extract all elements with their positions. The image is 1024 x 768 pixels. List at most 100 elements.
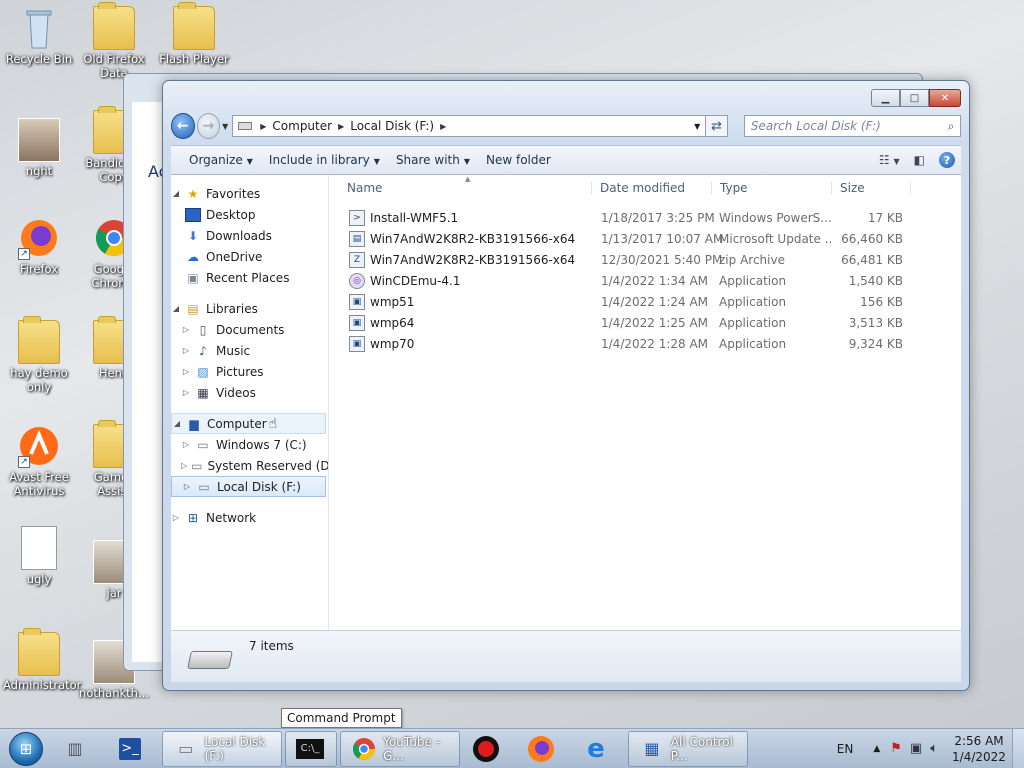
file-row[interactable]: Z Win7AndW2K8R2-KB3191566-x64 12/30/2021 5… — [329, 249, 961, 270]
navigation-pane[interactable]: ◢ ★ Favorites Desktop ⬇ Downloads ☁ OneDrive… — [171, 175, 329, 630]
column-header-type[interactable]: Type — [711, 181, 831, 195]
desktop-icon-avast[interactable]: ↗ Avast Free Antivirus — [3, 424, 75, 498]
breadcrumb-computer[interactable]: Computer — [268, 119, 336, 133]
nav-libraries[interactable]: ◢ ▤ Libraries — [171, 298, 328, 319]
navigation-bar: ← → ▼ ▶ Computer ▶ Local Disk (F:) ▶ ▼ ⇄… — [171, 113, 962, 139]
nav-music[interactable]: ▷ ♪ Music — [171, 340, 328, 361]
back-button[interactable]: ← — [171, 113, 195, 139]
expand-triangle-icon[interactable]: ▷ — [181, 346, 191, 355]
expand-triangle-icon[interactable]: ▷ — [181, 440, 191, 449]
collapse-triangle-icon[interactable]: ◢ — [171, 189, 181, 198]
taskbar-pinned-explorer[interactable]: ▥ — [52, 731, 104, 767]
explorer-window[interactable]: ▁ □ ✕ ← → ▼ ▶ Computer ▶ Local Disk (F:)… — [162, 80, 970, 691]
show-desktop-button[interactable] — [1012, 728, 1024, 768]
taskbar-pinned-firefox[interactable] — [518, 731, 570, 767]
desktop-icon-firefox[interactable]: ↗ Firefox — [3, 216, 75, 276]
address-bar[interactable]: ▶ Computer ▶ Local Disk (F:) ▶ ▼ — [232, 115, 707, 137]
command-bar: Organize ▼ Include in library ▼ Share with… — [171, 145, 961, 175]
taskbar-task-chrome[interactable]: YouTube - G... — [340, 730, 460, 767]
desktop-icon-old-firefox-data[interactable]: Old Firefox Data — [78, 2, 150, 80]
action-center-icon[interactable]: ⚑ — [890, 741, 902, 756]
nav-downloads[interactable]: ⬇ Downloads — [171, 225, 328, 246]
nav-network[interactable]: ▷ ⊞ Network — [171, 507, 328, 528]
close-button[interactable]: ✕ — [929, 89, 961, 107]
nav-documents[interactable]: ▷ ▯ Documents — [171, 319, 328, 340]
breadcrumb-separator-icon[interactable]: ▶ — [258, 122, 268, 131]
file-size: 66,481 KB — [841, 252, 903, 267]
expand-triangle-icon[interactable]: ▷ — [181, 461, 187, 470]
desktop-icon-ugly[interactable]: ugly — [3, 526, 75, 586]
file-row[interactable]: ▣ wmp64 1/4/2022 1:25 AM Application 3,513 K… — [329, 312, 961, 333]
network-icon: ⊞ — [187, 510, 199, 525]
breadcrumb-separator-icon[interactable]: ▶ — [438, 122, 448, 131]
collapse-triangle-icon[interactable]: ◢ — [172, 419, 182, 428]
nav-local-disk-f[interactable]: ▷ ▭ Local Disk (F:) — [171, 476, 326, 497]
expand-triangle-icon[interactable]: ▷ — [171, 513, 181, 522]
file-list[interactable]: ▲ Name Date modified Type Size > Install-… — [329, 175, 961, 630]
taskbar-task-local-disk[interactable]: ▭ Local Disk (F:) — [162, 730, 282, 767]
collapse-triangle-icon[interactable]: ◢ — [171, 304, 181, 313]
refresh-button[interactable]: ⇄ — [706, 115, 728, 137]
taskbar-task-control-panel[interactable]: ▦ All Control P... — [628, 730, 748, 767]
details-pane: 7 items — [171, 630, 961, 682]
windows-drive-icon: ▭ — [197, 437, 209, 452]
minimize-button[interactable]: ▁ — [871, 89, 900, 107]
nav-recent-places[interactable]: ▣ Recent Places — [171, 267, 328, 288]
taskbar-pinned-powershell[interactable]: >_ — [107, 731, 159, 767]
column-header-date-modified[interactable]: Date modified — [591, 181, 711, 195]
breadcrumb-local-disk[interactable]: Local Disk (F:) — [346, 119, 438, 133]
file-row[interactable]: ◎ WinCDEmu-4.1 1/4/2022 1:34 AM Application… — [329, 270, 961, 291]
recent-pages-dropdown[interactable]: ▼ — [222, 122, 228, 131]
file-date: 12/30/2021 5:40 PM — [601, 252, 723, 267]
file-row[interactable]: ▣ wmp51 1/4/2022 1:24 AM Application 156 KB — [329, 291, 961, 312]
nav-onedrive[interactable]: ☁ OneDrive — [171, 246, 328, 267]
nav-windows7-c[interactable]: ▷ ▭ Windows 7 (C:) — [171, 434, 328, 455]
taskbar-task-command-prompt[interactable]: C:\_ — [285, 730, 337, 767]
network-status-icon[interactable]: ▣ — [910, 741, 922, 756]
include-in-library-button[interactable]: Include in library ▼ — [261, 153, 388, 167]
nav-videos[interactable]: ▷ ▦ Videos — [171, 382, 328, 403]
share-with-button[interactable]: Share with ▼ — [388, 153, 478, 167]
nav-computer[interactable]: ◢ ▆ Computer ☝ — [171, 413, 326, 434]
taskbar-pinned-recorder[interactable] — [463, 731, 515, 767]
preview-pane-button[interactable]: ◧ — [914, 153, 925, 167]
search-input[interactable]: Search Local Disk (F:) ⌕ — [743, 115, 962, 137]
column-header-name[interactable]: Name — [329, 181, 591, 195]
desktop-icon-hay-demo-only[interactable]: hay demo only — [3, 316, 75, 394]
file-row[interactable]: > Install-WMF5.1 1/18/2017 3:25 PM Windows … — [329, 207, 961, 228]
clock[interactable]: 2:56 AM 1/4/2022 — [946, 733, 1012, 765]
maximize-button[interactable]: □ — [900, 89, 929, 107]
nav-system-reserved-d[interactable]: ▷ ▭ System Reserved (D: — [171, 455, 328, 476]
nav-favorites[interactable]: ◢ ★ Favorites — [171, 183, 328, 204]
file-row[interactable]: ▤ Win7AndW2K8R2-KB3191566-x64 1/13/2017 10… — [329, 228, 961, 249]
search-icon[interactable]: ⌕ — [942, 119, 960, 134]
expand-triangle-icon[interactable]: ▷ — [181, 325, 191, 334]
desktop-icon-recycle-bin[interactable]: Recycle Bin — [3, 6, 75, 66]
new-folder-button[interactable]: New folder — [478, 153, 559, 167]
breadcrumb-separator-icon[interactable]: ▶ — [336, 122, 346, 131]
expand-triangle-icon[interactable]: ▷ — [181, 388, 191, 397]
expand-triangle-icon[interactable]: ▷ — [181, 367, 191, 376]
expand-triangle-icon[interactable]: ▷ — [182, 482, 192, 491]
address-history-dropdown-icon[interactable]: ▼ — [689, 122, 705, 131]
update-package-icon: ▤ — [349, 230, 365, 247]
desktop-icon-flash-player[interactable]: Flash Player — [158, 2, 230, 66]
taskbar-pinned-internet-explorer[interactable]: e — [573, 731, 625, 767]
preview-pane-icon: ◧ — [913, 153, 925, 167]
change-view-button[interactable]: ☷ ▼ — [879, 153, 900, 167]
desktop-icon-nght[interactable]: nght — [3, 118, 75, 178]
nav-label: Downloads — [206, 228, 272, 243]
documents-icon: ▯ — [199, 322, 207, 337]
volume-icon[interactable]: 🔈︎ — [930, 741, 938, 756]
show-hidden-icons-button[interactable]: ▲ — [873, 744, 880, 754]
nav-pictures[interactable]: ▷ ▨ Pictures — [171, 361, 328, 382]
file-row[interactable]: ▣ wmp70 1/4/2022 1:28 AM Application 9,324 K… — [329, 333, 961, 354]
start-button[interactable]: ⊞ — [0, 729, 52, 768]
organize-button[interactable]: Organize ▼ — [181, 153, 261, 167]
help-button[interactable]: ? — [939, 152, 955, 168]
language-indicator[interactable]: EN — [837, 742, 854, 756]
forward-button[interactable]: → — [196, 113, 221, 139]
desktop-icon-administrator[interactable]: Administrator — [3, 628, 81, 692]
column-header-size[interactable]: Size — [831, 181, 911, 195]
nav-desktop[interactable]: Desktop — [171, 204, 328, 225]
